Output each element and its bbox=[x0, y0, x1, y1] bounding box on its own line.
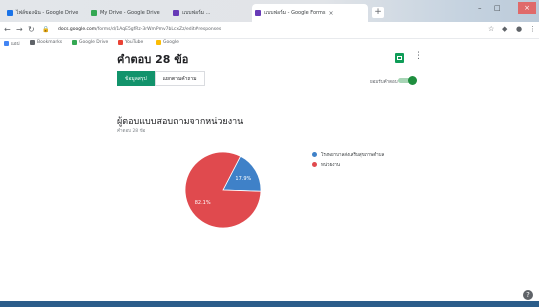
legend-swatch bbox=[312, 161, 317, 167]
back-icon[interactable]: ← bbox=[4, 25, 11, 34]
window-close-icon[interactable]: × bbox=[518, 2, 536, 14]
question-response-count: คำตอบ 28 ข้อ bbox=[117, 129, 146, 134]
legend-item-0: โรงพยาบาลส่งเสริมสุขภาพตำบล bbox=[312, 149, 384, 159]
legend-label: โรงพยาบาลส่งเสริมสุขภาพตำบล bbox=[321, 152, 385, 158]
browser-toolbar: ← → ↻ 🔒 docs.google.com/forms/d/1AqE5gfR… bbox=[0, 22, 539, 39]
accepting-responses-label: ยอมรับคำตอบ bbox=[370, 80, 398, 85]
legend-swatch bbox=[312, 151, 317, 157]
tab-title: My Drive - Google Drive bbox=[100, 10, 160, 16]
google-icon bbox=[156, 40, 161, 45]
url-path: /forms/d/1AqE5gfRz-3rWmPmv7bLcxZz/edit#r… bbox=[96, 27, 222, 32]
browser-tab[interactable]: แบบฟอร์ม ... bbox=[170, 4, 248, 22]
browser-tab[interactable]: My Drive - Google Drive bbox=[88, 4, 166, 22]
extension-icon[interactable]: ◆ bbox=[502, 25, 507, 33]
drive-icon bbox=[72, 40, 77, 45]
bookmark-item[interactable]: Bookmarks bbox=[30, 40, 62, 45]
tab-title: แบบฟอร์ม - Google Forms bbox=[264, 10, 326, 16]
help-icon[interactable]: ? bbox=[523, 290, 533, 300]
legend-item-1: หน่วยงาน bbox=[312, 159, 384, 169]
more-options-icon[interactable]: ⋮ bbox=[414, 51, 423, 61]
maximize-icon[interactable]: □ bbox=[494, 4, 501, 12]
chart-legend: โรงพยาบาลส่งเสริมสุขภาพตำบลหน่วยงาน bbox=[312, 149, 384, 169]
forward-icon[interactable]: → bbox=[16, 25, 23, 34]
url-host: docs.google.com bbox=[58, 27, 97, 32]
question-title: ผู้ตอบแบบสอบถามจากหน่วยงาน bbox=[117, 117, 244, 127]
os-taskbar bbox=[0, 301, 539, 307]
tab-favicon bbox=[7, 10, 13, 16]
tab-title: ไฟล์ของฉัน - Google Drive bbox=[16, 10, 79, 16]
sheets-icon[interactable] bbox=[395, 53, 404, 63]
tab-favicon bbox=[255, 10, 261, 16]
address-bar[interactable]: docs.google.com/forms/d/1AqE5gfRz-3rWmPm… bbox=[58, 25, 458, 35]
bookmark-item[interactable]: แอป bbox=[4, 40, 19, 47]
close-tab-icon[interactable]: × bbox=[329, 10, 334, 17]
tab-by-question[interactable]: แยกตามคำถาม bbox=[154, 71, 205, 86]
tab-title: แบบฟอร์ม ... bbox=[182, 10, 211, 16]
responses-title: คำตอบ 28 ข้อ bbox=[117, 53, 189, 66]
bookmark-item[interactable]: YouTube bbox=[118, 40, 143, 45]
apps-icon bbox=[4, 41, 9, 46]
bookmark-icon bbox=[30, 40, 35, 45]
new-tab-button[interactable]: + bbox=[372, 7, 384, 18]
browser-tab-active[interactable]: แบบฟอร์ม - Google Forms × bbox=[252, 4, 368, 22]
response-view-tabs: ข้อมูลสรุป แยกตามคำถาม bbox=[117, 71, 205, 86]
tab-summary[interactable]: ข้อมูลสรุป bbox=[117, 71, 155, 86]
browser-tab-strip: ไฟล์ของฉัน - Google Drive My Drive - Goo… bbox=[0, 0, 539, 22]
accepting-responses-toggle[interactable] bbox=[398, 76, 418, 85]
toggle-knob bbox=[408, 76, 417, 85]
secure-lock-icon: 🔒 bbox=[42, 26, 50, 33]
reload-icon[interactable]: ↻ bbox=[28, 25, 35, 34]
menu-icon[interactable]: ⋮ bbox=[529, 25, 536, 33]
bookmark-item[interactable]: Google Drive bbox=[72, 40, 108, 45]
bookmark-item[interactable]: Google bbox=[156, 40, 179, 45]
profile-icon[interactable]: ● bbox=[516, 25, 522, 33]
tab-favicon bbox=[91, 10, 97, 16]
browser-tab[interactable]: ไฟล์ของฉัน - Google Drive bbox=[4, 4, 84, 22]
legend-label: หน่วยงาน bbox=[321, 162, 341, 168]
tab-favicon bbox=[173, 10, 179, 16]
star-icon[interactable]: ☆ bbox=[488, 25, 494, 33]
youtube-icon bbox=[118, 40, 123, 45]
minimize-icon[interactable]: – bbox=[478, 4, 482, 12]
bookmarks-bar: แอป Bookmarks Google Drive YouTube Googl… bbox=[0, 38, 539, 48]
